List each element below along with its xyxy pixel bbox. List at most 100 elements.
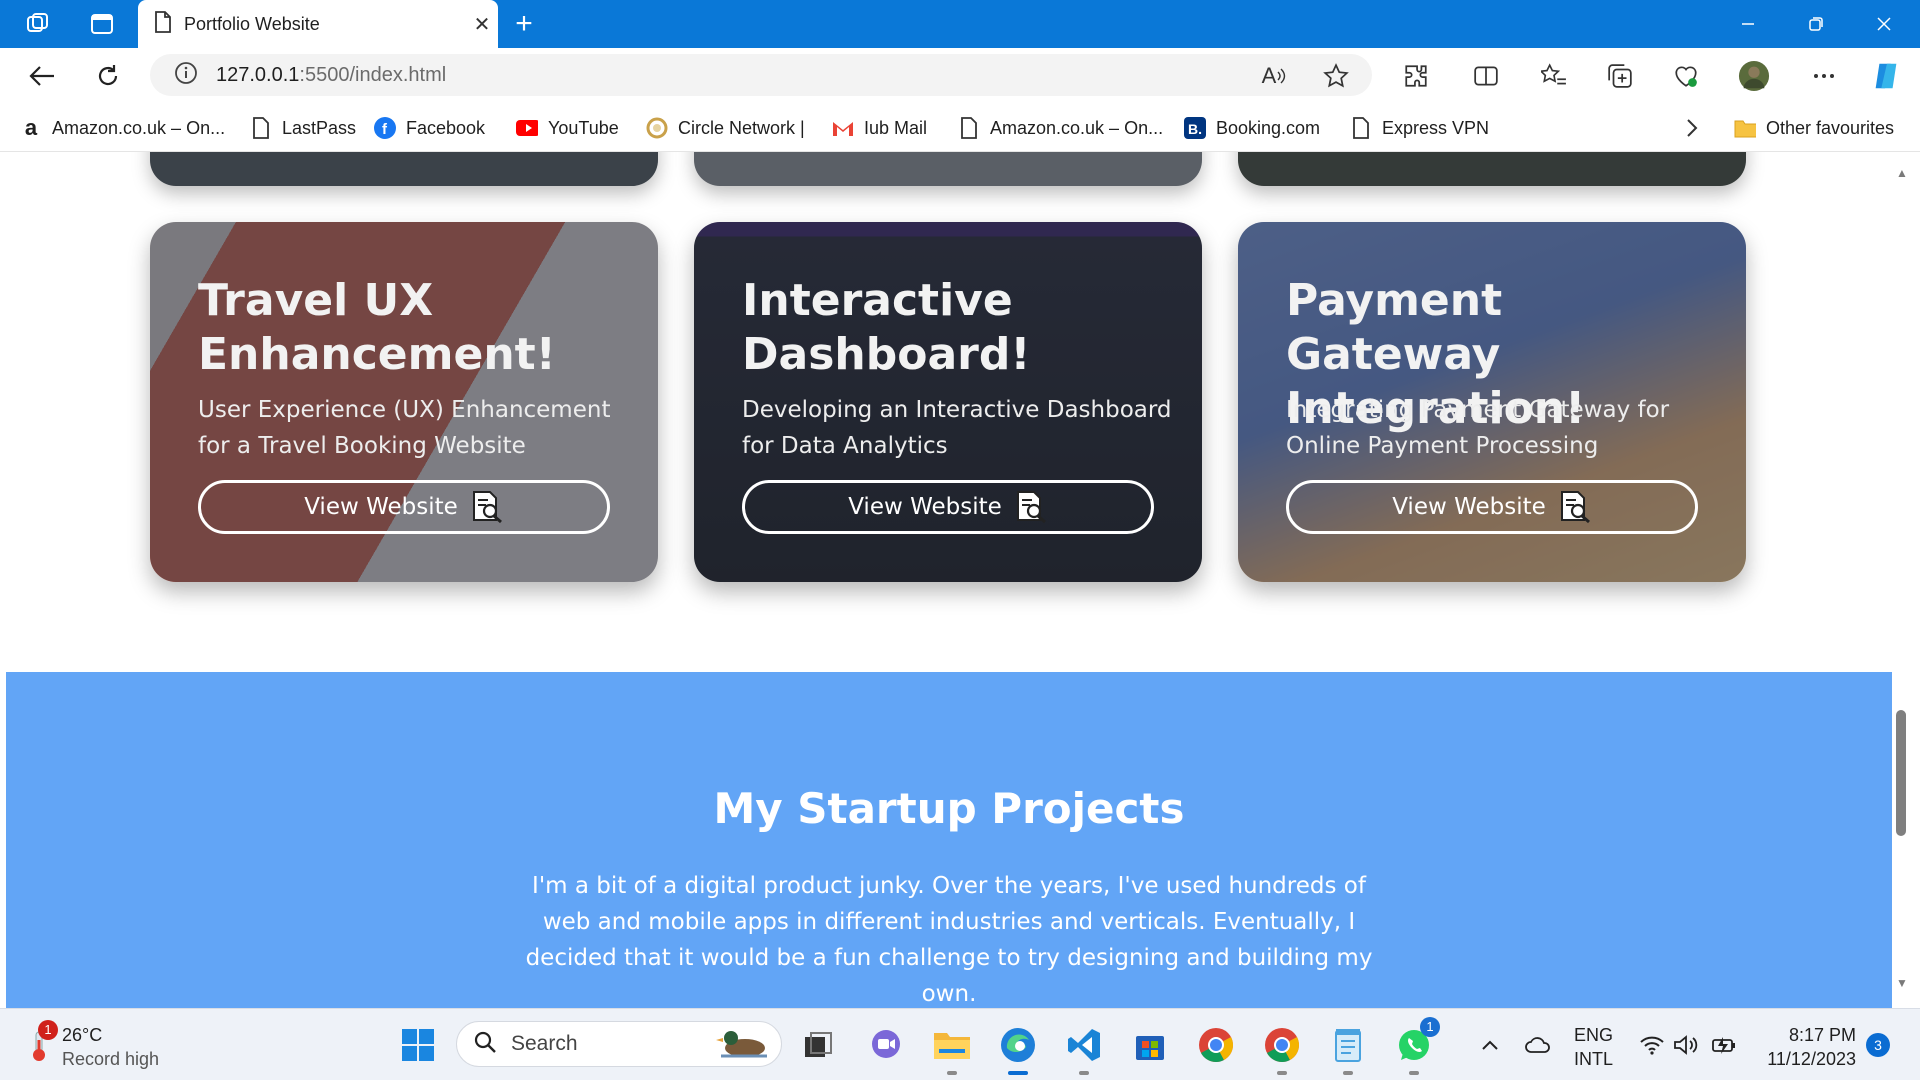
search-label: Search: [511, 1032, 578, 1055]
taskbar-search-box[interactable]: Search: [456, 1021, 782, 1067]
card-title: Interactive Dashboard!: [742, 275, 1031, 380]
facebook-icon: f: [374, 117, 396, 139]
favourite-express-vpn[interactable]: Express VPN: [1350, 116, 1489, 140]
url-text[interactable]: 127.0.0.1:5500/index.html: [216, 64, 446, 87]
section-title: My Startup Projects: [713, 784, 1185, 833]
booking-icon: B.: [1184, 117, 1206, 139]
running-indicator: [1079, 1071, 1089, 1075]
task-view-icon[interactable]: [796, 1023, 840, 1067]
favourite-label: Circle Network |: [678, 117, 805, 138]
scroll-up-arrow-icon[interactable]: ▲: [1894, 166, 1910, 182]
address-bar[interactable]: 127.0.0.1:5500/index.html: [150, 54, 1372, 96]
system-clock[interactable]: 8:17 PM 11/12/2023: [1756, 1023, 1856, 1071]
other-favourites-label: Other favourites: [1766, 117, 1895, 138]
more-options-icon[interactable]: [1808, 60, 1840, 92]
whatsapp-badge: 1: [1420, 1017, 1440, 1037]
favourite-label: LastPass: [282, 117, 357, 138]
favourite-label: Facebook: [406, 117, 486, 138]
teams-chat-icon[interactable]: [864, 1023, 908, 1067]
search-highlight-duck-icon: [715, 1024, 771, 1065]
project-card-interactive-dashboard: Interactive Dashboard! Developing an Int…: [694, 222, 1202, 582]
favourites-list-icon[interactable]: [1538, 60, 1570, 92]
read-aloud-icon[interactable]: A: [1258, 60, 1290, 92]
file-explorer-icon[interactable]: [930, 1023, 974, 1075]
document-search-icon: [1558, 490, 1592, 524]
document-search-icon: [470, 490, 504, 524]
chrome-icon[interactable]: [1194, 1023, 1238, 1067]
view-website-button[interactable]: View Website: [198, 480, 610, 534]
button-label: View Website: [304, 494, 458, 520]
view-website-button[interactable]: View Website: [742, 480, 1154, 534]
battery-charging-icon[interactable]: [1702, 1023, 1746, 1067]
running-indicator-active: [1008, 1071, 1028, 1075]
youtube-icon: [516, 117, 538, 139]
chrome-profile-icon[interactable]: [1260, 1023, 1304, 1075]
amazon-icon: a: [24, 115, 38, 140]
weather-description: Record high: [62, 1049, 160, 1069]
notification-count-badge[interactable]: 3: [1866, 1033, 1890, 1057]
minimize-icon[interactable]: [1716, 0, 1780, 48]
edge-browser-icon[interactable]: [996, 1023, 1040, 1075]
page-icon: [250, 117, 272, 139]
new-tab-icon[interactable]: +: [508, 7, 540, 40]
favourites-bar: a Amazon.co.uk – On... LastPass f Facebo…: [0, 104, 1920, 152]
navigation-bar: 127.0.0.1:5500/index.html A: [0, 48, 1920, 104]
start-button-windows-icon[interactable]: [396, 1023, 440, 1067]
favourite-iub-mail[interactable]: Iub Mail: [832, 116, 927, 140]
weather-badge: 1: [38, 1019, 58, 1040]
scroll-down-arrow-icon[interactable]: ▼: [1894, 976, 1910, 992]
show-hidden-icons-chevron-up-icon[interactable]: [1468, 1023, 1512, 1067]
favourite-star-icon[interactable]: [1320, 60, 1352, 92]
card-description: Integrating Payment Gateway for Online P…: [1286, 397, 1670, 459]
other-favourites[interactable]: Other favourites: [1734, 116, 1894, 140]
chevron-right-icon[interactable]: [1686, 116, 1698, 140]
card-title: Travel UX Enhancement!: [198, 275, 556, 380]
extensions-icon[interactable]: [1400, 60, 1432, 92]
site-info-icon[interactable]: [174, 61, 198, 90]
browser-essentials-icon[interactable]: [1670, 60, 1702, 92]
project-card-partial: [150, 152, 658, 186]
input-language-indicator[interactable]: ENG INTL: [1574, 1023, 1613, 1071]
weather-temperature: 26°C: [62, 1025, 103, 1045]
favourite-lastpass[interactable]: LastPass: [250, 116, 356, 140]
collections-icon[interactable]: [1604, 60, 1636, 92]
copilot-icon[interactable]: [1870, 60, 1902, 92]
notepad-icon[interactable]: [1326, 1023, 1370, 1075]
favourite-booking[interactable]: B. Booking.com: [1184, 116, 1320, 140]
favourite-circle-network[interactable]: Circle Network |: [646, 116, 805, 140]
favourite-label: Amazon.co.uk – On...: [52, 117, 226, 138]
running-indicator: [1343, 1071, 1353, 1075]
vertical-tabs-icon[interactable]: [88, 10, 116, 38]
back-icon[interactable]: [24, 58, 60, 94]
card-description: User Experience (UX) Enhancement for a T…: [198, 397, 611, 459]
refresh-icon[interactable]: [90, 58, 126, 94]
favourite-youtube[interactable]: YouTube: [516, 116, 619, 140]
workspaces-icon[interactable]: [24, 10, 52, 38]
folder-icon: [1734, 117, 1756, 139]
gmail-icon: [832, 117, 854, 139]
close-window-icon[interactable]: [1852, 0, 1916, 48]
split-screen-icon[interactable]: [1470, 60, 1502, 92]
running-indicator: [947, 1071, 957, 1075]
profile-avatar[interactable]: [1738, 60, 1770, 92]
scrollbar-thumb[interactable]: [1896, 710, 1906, 836]
close-tab-icon[interactable]: ✕: [466, 8, 498, 40]
vscode-icon[interactable]: [1062, 1023, 1106, 1075]
microsoft-store-icon[interactable]: [1128, 1023, 1172, 1067]
weather-widget[interactable]: 1 26°C Record high: [28, 1019, 160, 1071]
view-website-button[interactable]: View Website: [1286, 480, 1698, 534]
thermometer-icon: 1: [28, 1019, 58, 1067]
favourite-amazon-1[interactable]: a Amazon.co.uk – On...: [20, 115, 226, 140]
favourite-label: Express VPN: [1382, 117, 1490, 138]
favourite-label: YouTube: [548, 117, 619, 138]
project-card-partial: [694, 152, 1202, 186]
document-search-icon: [1014, 490, 1048, 524]
favourite-amazon-2[interactable]: Amazon.co.uk – On...: [958, 116, 1163, 140]
url-path: :5500/index.html: [299, 63, 447, 86]
page-icon: [958, 117, 980, 139]
restore-icon[interactable]: [1784, 0, 1848, 48]
whatsapp-icon[interactable]: 1: [1392, 1017, 1440, 1075]
onedrive-cloud-icon[interactable]: [1516, 1023, 1560, 1067]
favourite-facebook[interactable]: f Facebook: [374, 116, 485, 140]
tab-portfolio-website[interactable]: Portfolio Website ✕: [138, 0, 498, 48]
